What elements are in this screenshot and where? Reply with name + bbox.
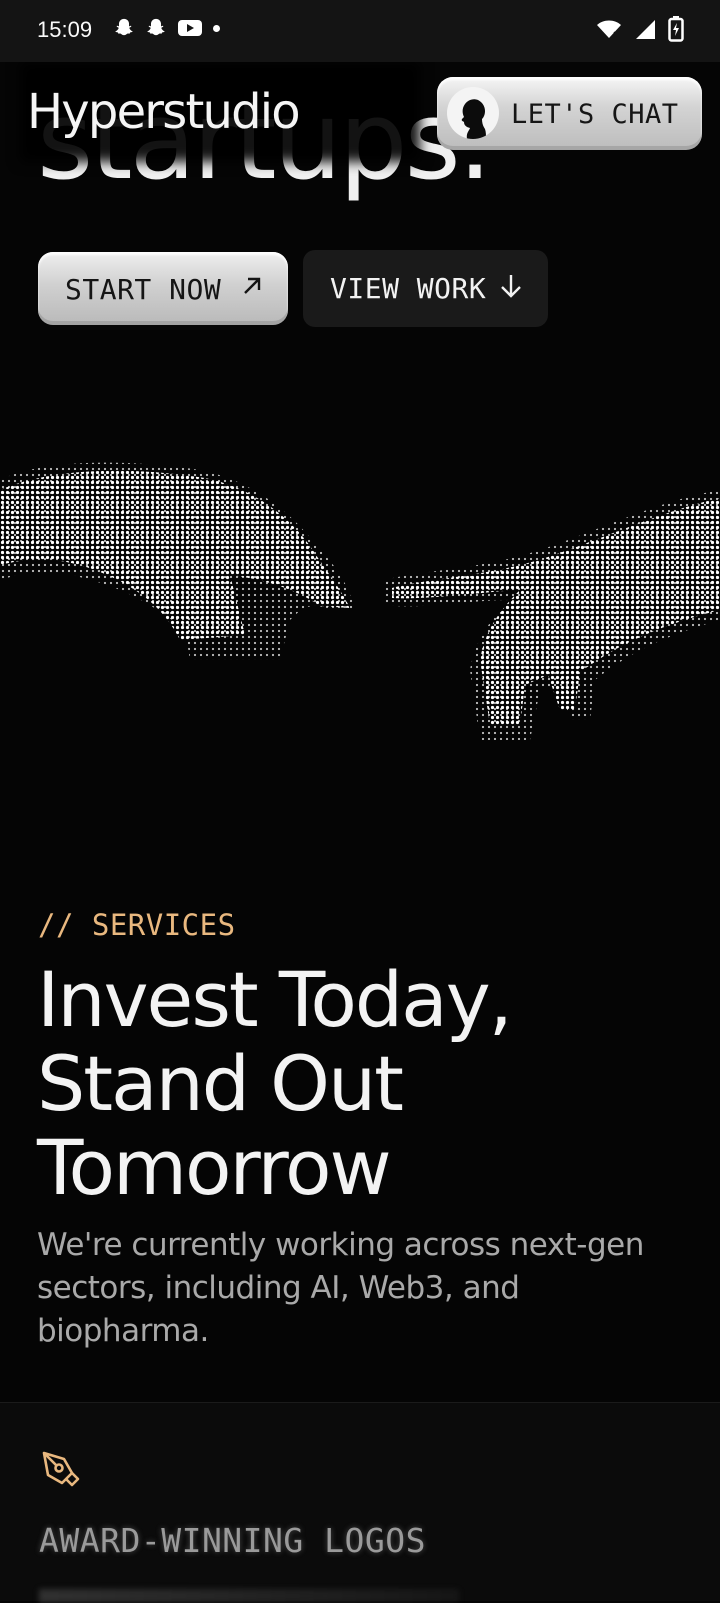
services-heading: Invest Today, Stand Out Tomorrow [37, 958, 657, 1210]
signal-icon [636, 20, 655, 39]
services-heading-line: Stand Out [37, 1039, 404, 1128]
dotted-hands-illustration [0, 462, 720, 740]
snapchat-icon [115, 18, 133, 36]
battery-charging-icon [668, 16, 684, 42]
system-icons [596, 16, 684, 42]
view-work-label: VIEW WORK [330, 272, 487, 305]
card-title: AWARD-WINNING LOGOS [39, 1521, 426, 1560]
pen-nib-icon [42, 1451, 80, 1487]
start-now-label: START NOW [65, 273, 222, 306]
avatar [447, 87, 499, 139]
notification-icons [113, 17, 220, 39]
wifi-icon [597, 20, 621, 38]
view-work-button[interactable]: VIEW WORK [303, 250, 548, 327]
services-heading-line: Tomorrow [37, 1123, 392, 1212]
notification-dot-icon [213, 24, 220, 32]
card-subtitle-faded [39, 1589, 459, 1603]
status-time: 15:09 [37, 17, 93, 42]
services-heading-line: Invest Today, [37, 955, 513, 1044]
youtube-icon [178, 20, 202, 36]
snapchat-icon [147, 18, 165, 36]
lets-chat-button[interactable]: LET'S CHAT [437, 77, 702, 150]
service-card[interactable]: AWARD-WINNING LOGOS [0, 1402, 720, 1603]
arrow-down-icon [501, 275, 521, 298]
services-tag: // SERVICES [38, 908, 236, 942]
brand-logo[interactable]: Hyperstudio [27, 84, 301, 140]
start-now-button[interactable]: START NOW [38, 252, 288, 325]
services-description: We're currently working across next-gen … [37, 1227, 644, 1349]
status-bar: 15:09 [0, 0, 720, 62]
lets-chat-label: LET'S CHAT [511, 99, 679, 130]
arrow-up-right-icon [244, 277, 261, 294]
